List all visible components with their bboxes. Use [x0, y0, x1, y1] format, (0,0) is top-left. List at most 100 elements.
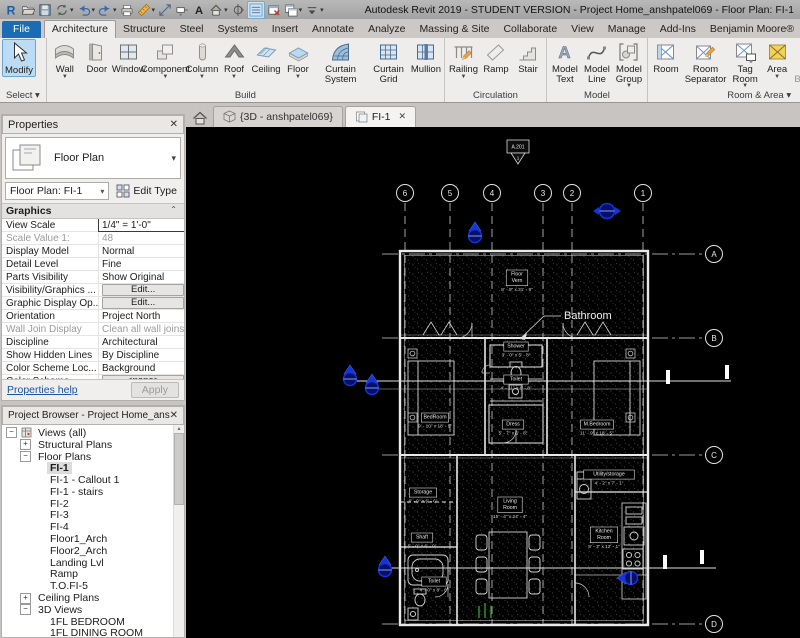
dropdown-caret-icon[interactable]: ▾ [113, 6, 117, 14]
tree-item-1fl-dining-room[interactable]: 1FL DINING ROOM [2, 627, 173, 637]
view-tab-3d[interactable]: {3D - anshpatel069} [213, 106, 343, 127]
prop-value-view-scale[interactable]: 1/4" = 1'-0" [98, 219, 184, 232]
qat-measure-button[interactable]: ▾ [136, 2, 157, 18]
collapse-icon[interactable]: − [20, 450, 31, 462]
prop-button-visibility-graphics[interactable]: Edit... [102, 284, 184, 296]
prop-value-graphic-display-op[interactable]: Edit... [98, 297, 184, 309]
ribbon-tab-add-ins[interactable]: Add-Ins [653, 21, 703, 38]
qat-text-button[interactable] [191, 2, 207, 18]
ribbon-button-model-group[interactable]: Model Group ▼ [613, 39, 645, 89]
ribbon-button-column[interactable]: Column ▼ [186, 39, 218, 80]
ribbon-tab-insert[interactable]: Insert [265, 21, 305, 38]
tree-item-floor1-arch[interactable]: Floor1_Arch [2, 533, 173, 545]
ribbon-tab-manage[interactable]: Manage [601, 21, 653, 38]
ribbon-panel-label-select[interactable]: Select ▾ [0, 90, 46, 102]
ribbon-tab-collaborate[interactable]: Collaborate [496, 21, 564, 38]
ribbon-tab-view[interactable]: View [564, 21, 601, 38]
qat-print-button[interactable] [119, 2, 135, 18]
prop-value-wall-join-display[interactable]: Clean all wall joins [98, 323, 184, 335]
ribbon-button-model-text[interactable]: Model Text [549, 39, 581, 84]
ribbon-tab-file[interactable]: File [2, 21, 41, 38]
dropdown-caret-icon[interactable]: ▼ [742, 83, 748, 89]
ribbon-button-ceiling[interactable]: Ceiling [250, 39, 282, 75]
graphics-section-header[interactable]: Graphics ⌃ [2, 203, 184, 219]
elevation-marker[interactable] [467, 221, 483, 244]
dropdown-caret-icon[interactable]: ▼ [62, 74, 68, 80]
ribbon-button-floor[interactable]: Floor ▼ [282, 39, 314, 80]
apply-button[interactable]: Apply [130, 382, 179, 398]
ribbon-button-tag-room[interactable]: Tag Room ▼ [729, 39, 761, 89]
instance-selector[interactable]: Floor Plan: FI-1 ▾ [5, 182, 110, 200]
ribbon-button-wall[interactable]: Wall ▼ [49, 39, 81, 80]
ribbon-panel-label-room-area[interactable]: Room & Area ▾ [648, 90, 800, 102]
collapse-icon[interactable]: − [6, 427, 17, 439]
qat-sync-button[interactable]: ▾ [54, 2, 75, 18]
type-selector[interactable]: Floor Plan ▾ [5, 137, 181, 179]
ribbon-button-area[interactable]: Area ▼ [761, 39, 793, 80]
prop-button-graphic-display-op[interactable]: Edit... [102, 297, 184, 309]
ribbon-tab-analyze[interactable]: Analyze [361, 21, 412, 38]
dropdown-caret-icon[interactable]: ▼ [460, 74, 466, 80]
scroll-up-icon[interactable]: ▴ [177, 425, 180, 432]
tree-item-fi-2[interactable]: FI-2 [2, 498, 173, 510]
close-tab-icon[interactable]: ✕ [399, 111, 407, 122]
ribbon-button-railing[interactable]: Railing ▼ [447, 39, 480, 80]
qat-section-button[interactable] [230, 2, 246, 18]
ribbon-tab-annotate[interactable]: Annotate [305, 21, 361, 38]
qat-save-button[interactable] [37, 2, 53, 18]
elevation-marker[interactable] [364, 373, 380, 396]
qat-thin-lines-button[interactable] [246, 0, 265, 19]
ribbon-tab-steel[interactable]: Steel [173, 21, 211, 38]
scrollbar-thumb[interactable] [174, 433, 184, 505]
qat-home-3d-button[interactable]: ▾ [208, 2, 229, 18]
ribbon-button-roof[interactable]: Roof ▼ [218, 39, 250, 80]
dropdown-caret-icon[interactable]: ▼ [774, 74, 780, 80]
dropdown-caret-icon[interactable]: ▾ [299, 6, 303, 14]
drawing-area[interactable]: 654321ABCD A.201 1 Bathroom Floor Vern 8… [186, 127, 800, 638]
qat-logo-r-button[interactable] [3, 2, 19, 18]
prop-value-detail-level[interactable]: Fine [98, 258, 184, 270]
prop-value-color-scheme-loc[interactable]: Background [98, 362, 184, 374]
properties-close-icon[interactable]: ✕ [170, 119, 178, 130]
view-tab-fi1[interactable]: FI-1 ✕ [344, 106, 417, 127]
tree-item-ramp[interactable]: Ramp [2, 568, 173, 580]
dropdown-caret-icon[interactable]: ▼ [231, 74, 237, 80]
tree-item-1fl-bedroom[interactable]: 1FL BEDROOM [2, 616, 173, 628]
ribbon-button-door[interactable]: Door [81, 39, 113, 75]
tree-item-fi-3[interactable]: FI-3 [2, 509, 173, 521]
ribbon-button-modify[interactable]: Modify [2, 39, 36, 77]
ribbon-button-curtain-system[interactable]: Curtain System [314, 39, 367, 84]
dropdown-caret-icon[interactable]: ▾ [92, 6, 96, 14]
elevation-marker[interactable] [593, 202, 621, 220]
ribbon-button-mullion[interactable]: Mullion [410, 39, 442, 75]
project-browser-header[interactable]: Project Browser - Project Home_anshpatel… [2, 406, 184, 425]
ribbon-tab-architecture[interactable]: Architecture [43, 20, 116, 38]
properties-header[interactable]: Properties ✕ [2, 115, 184, 134]
section-collapse-icon[interactable]: ⌃ [170, 205, 180, 217]
dropdown-caret-icon[interactable]: ▼ [295, 74, 301, 80]
dropdown-caret-icon[interactable]: ▾ [70, 6, 74, 14]
elevation-marker[interactable] [377, 555, 393, 578]
ribbon-button-component[interactable]: Component ▼ [141, 39, 190, 80]
project-browser-close-icon[interactable]: ✕ [170, 410, 178, 421]
qat-tag-button[interactable] [174, 2, 190, 18]
chevron-down-icon[interactable]: ▾ [171, 153, 176, 164]
properties-help-link[interactable]: Properties help [7, 384, 78, 396]
qat-customize-button[interactable]: ▾ [304, 2, 325, 18]
ribbon-button-stair[interactable]: Stair [512, 39, 544, 75]
tree-item-structural-plans[interactable]: + Structural Plans [2, 439, 173, 451]
prop-value-scale-value-1[interactable]: 48 [98, 232, 184, 244]
ribbon-button-room[interactable]: Room [650, 39, 682, 75]
prop-value-show-hidden-lines[interactable]: By Discipline [98, 349, 184, 361]
dropdown-caret-icon[interactable]: ▼ [199, 74, 205, 80]
qat-aligned-dim-button[interactable] [157, 2, 173, 18]
tree-item-floor2-arch[interactable]: Floor2_Arch [2, 545, 173, 557]
tree-item-landing-lvl[interactable]: Landing Lvl [2, 557, 173, 569]
tree-item-fi-1-stairs[interactable]: FI-1 - stairs [2, 486, 173, 498]
dropdown-caret-icon[interactable]: ▼ [626, 83, 632, 89]
qat-close-windows-button[interactable] [266, 2, 282, 18]
chevron-down-icon[interactable]: ▾ [100, 187, 104, 196]
qat-open-button[interactable] [20, 2, 36, 18]
ribbon-button-room-separator[interactable]: Room Separator [682, 39, 729, 84]
prop-value-parts-visibility[interactable]: Show Original [98, 271, 184, 283]
